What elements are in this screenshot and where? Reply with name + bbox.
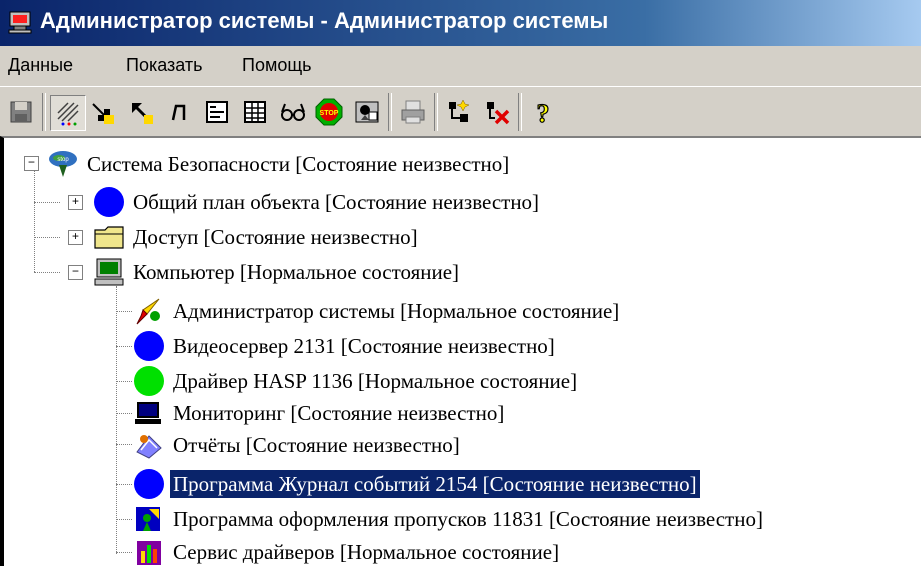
arrow-up-left-button[interactable] [124, 95, 158, 129]
tree-node-label: Драйвер HASP 1136 [Нормальное состояние] [173, 369, 578, 393]
expand-toggle[interactable]: + [68, 195, 83, 210]
lambda-button[interactable] [162, 95, 196, 129]
tree-node[interactable]: Отчёты [Состояние неизвестно] [132, 428, 463, 462]
delete-node-button[interactable] [480, 95, 514, 129]
title-bar[interactable]: Администратор системы - Администратор си… [0, 0, 921, 46]
tree-node-label: Администратор системы [Нормальное состоя… [173, 299, 620, 323]
driver-service-icon [132, 536, 166, 566]
delete-node-icon [487, 102, 510, 125]
user-panel-icon [355, 101, 379, 123]
svg-text:stop: stop [57, 157, 69, 163]
hatch-pattern-button[interactable] [50, 95, 86, 131]
stop-button[interactable]: STOP [312, 95, 346, 129]
svg-text:?: ? [537, 99, 550, 126]
admin-tool-icon [132, 295, 166, 327]
help-button[interactable]: ? [526, 95, 560, 129]
collapse-toggle[interactable]: − [68, 265, 83, 280]
add-node-button[interactable] [442, 95, 476, 129]
svg-text:STOP: STOP [320, 110, 339, 117]
add-node-icon [449, 99, 470, 122]
blue-circle-icon [132, 468, 166, 500]
tree-node[interactable]: Видеосервер 2131 [Состояние неизвестно] [132, 329, 558, 363]
arrow-down-right-button[interactable] [86, 95, 120, 129]
expand-toggle[interactable]: + [68, 230, 83, 245]
menu-show[interactable]: Показать [126, 55, 203, 76]
tree-view[interactable]: − + + − stop Система Безопасности [Состо… [0, 136, 921, 566]
app-icon [8, 10, 34, 34]
user-panel-button[interactable] [350, 95, 384, 129]
tree-node[interactable]: Администратор системы [Нормальное состоя… [132, 294, 622, 328]
hatch-pattern-icon [57, 102, 79, 126]
table-button[interactable] [238, 95, 272, 129]
lambda-icon [171, 104, 186, 121]
tree-node[interactable]: stop Система Безопасности [Состояние неи… [46, 147, 512, 181]
save-button[interactable] [4, 95, 38, 129]
table-icon [244, 101, 266, 123]
help-icon: ? [536, 98, 550, 126]
reports-icon [132, 429, 166, 461]
tree-node[interactable]: Сервис драйверов [Нормальное состояние] [132, 535, 562, 566]
tree-node[interactable]: Программа оформления пропусков 11831 [Со… [132, 502, 766, 536]
form-icon [206, 101, 228, 123]
glasses-icon [281, 103, 305, 121]
tree-node[interactable]: Компьютер [Нормальное состояние] [92, 255, 462, 289]
computer-icon [92, 256, 126, 288]
tree-node-label: Мониторинг [Состояние неизвестно] [173, 401, 505, 425]
tree-node-selected[interactable]: Программа Журнал событий 2154 [Состояние… [132, 467, 701, 501]
menu-bar: Данные Показать Помощь [0, 46, 921, 87]
window-title: Администратор системы - Администратор си… [40, 8, 609, 33]
tree-node-label: Доступ [Состояние неизвестно] [133, 225, 418, 249]
monitor-icon [132, 397, 166, 429]
tree-node-label: Программа Журнал событий 2154 [Состояние… [169, 469, 701, 499]
print-button[interactable] [396, 95, 430, 129]
tree-node-label: Компьютер [Нормальное состояние] [133, 260, 460, 284]
blue-circle-icon [132, 330, 166, 362]
toolbar: STOP ? [0, 86, 921, 137]
tree-node[interactable]: Доступ [Состояние неизвестно] [92, 220, 421, 254]
tree-node[interactable]: Драйвер HASP 1136 [Нормальное состояние] [132, 364, 580, 398]
menu-data[interactable]: Данные [8, 55, 73, 76]
tree-node-label: Видеосервер 2131 [Состояние неизвестно] [173, 334, 555, 358]
printer-icon [401, 100, 425, 124]
tree-node-label: Система Безопасности [Состояние неизвест… [87, 152, 510, 176]
form-button[interactable] [200, 95, 234, 129]
tree-node-label: Общий план объекта [Состояние неизвестно… [133, 190, 540, 214]
arrow-down-right-icon [92, 103, 114, 124]
tree-node-label: Программа оформления пропусков 11831 [Со… [173, 507, 763, 531]
pass-program-icon [132, 503, 166, 535]
tree-node-label: Отчёты [Состояние неизвестно] [173, 433, 460, 457]
tree-node[interactable]: Мониторинг [Состояние неизвестно] [132, 396, 507, 430]
stop-sign-icon: STOP [315, 98, 343, 126]
green-circle-icon [132, 365, 166, 397]
collapse-toggle[interactable]: − [24, 156, 39, 171]
save-icon [10, 101, 32, 123]
security-system-icon: stop [46, 148, 80, 180]
arrow-up-left-icon [132, 103, 153, 124]
blue-circle-icon [92, 186, 126, 218]
tree-node-label: Сервис драйверов [Нормальное состояние] [173, 540, 560, 564]
tree-node[interactable]: Общий план объекта [Состояние неизвестно… [92, 185, 542, 219]
menu-help[interactable]: Помощь [242, 55, 312, 76]
glasses-button[interactable] [276, 95, 310, 129]
folder-icon [92, 221, 126, 253]
